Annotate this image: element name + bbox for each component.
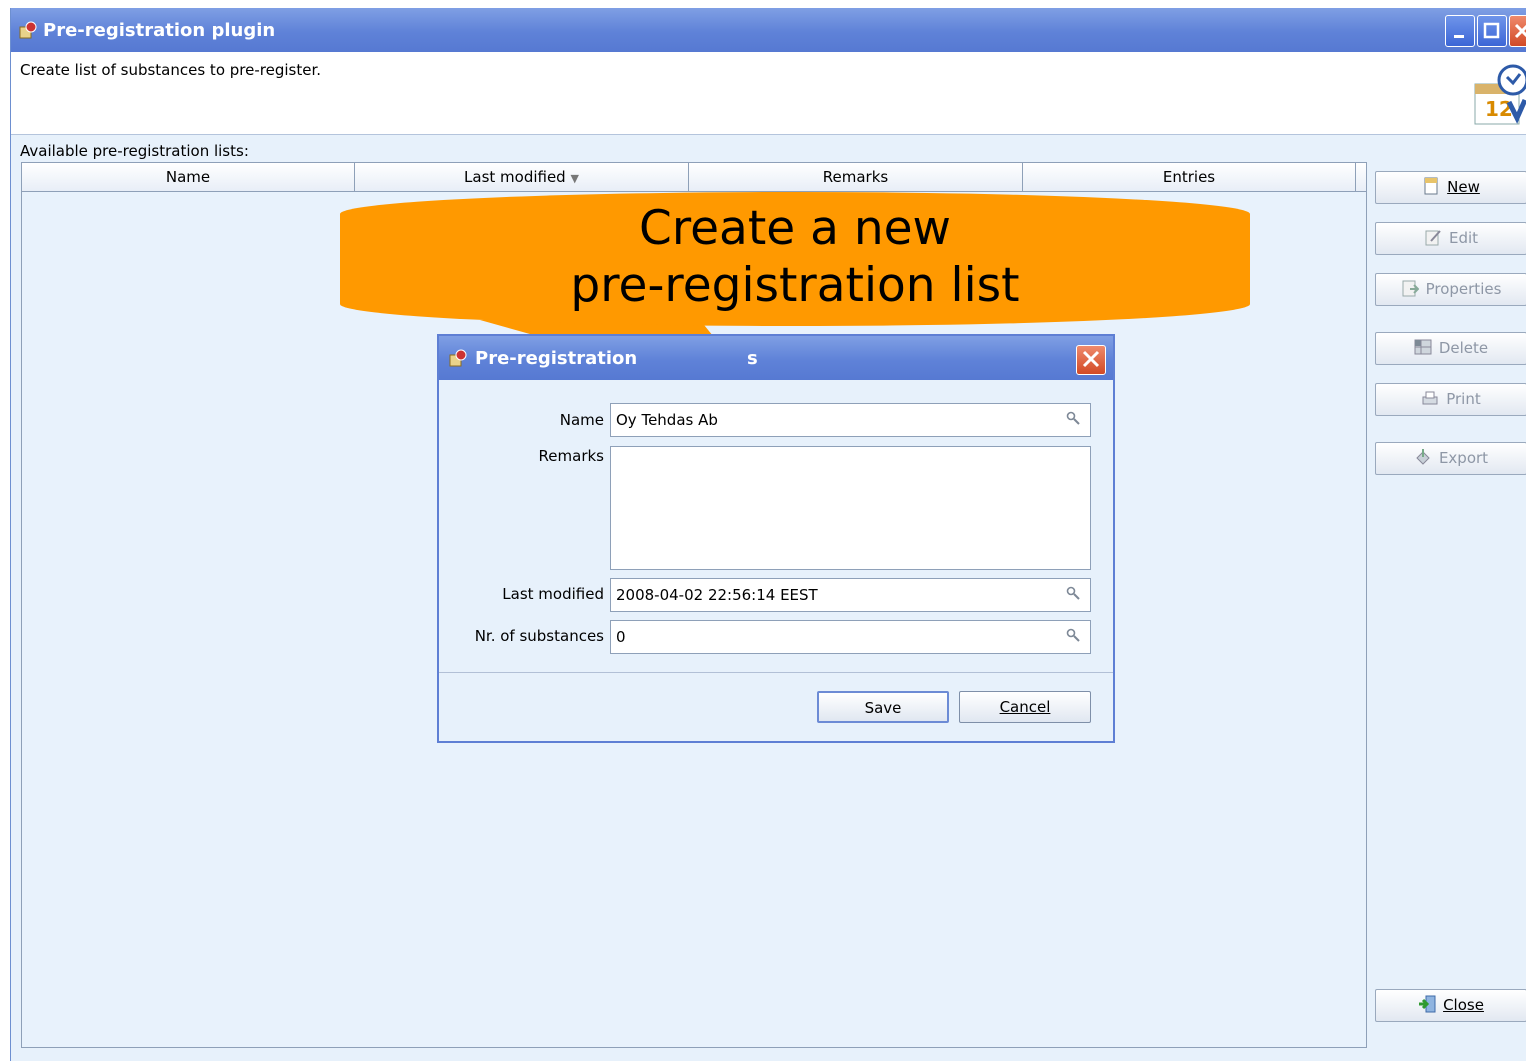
window-title: Pre-registration plugin bbox=[43, 20, 276, 41]
lookup-icon[interactable] bbox=[1066, 586, 1080, 600]
dialog-titlebar[interactable]: Pre-registration s bbox=[439, 336, 1113, 380]
lookup-icon[interactable] bbox=[1066, 411, 1080, 425]
column-header-name[interactable]: Name bbox=[22, 163, 355, 191]
svg-text:12: 12 bbox=[1485, 97, 1513, 121]
exit-door-icon bbox=[1419, 995, 1436, 1013]
delete-icon bbox=[1414, 339, 1432, 355]
name-label: Name bbox=[559, 411, 604, 429]
callout-bubble: Create a new pre-registration list bbox=[340, 192, 1250, 326]
remarks-textarea[interactable] bbox=[610, 446, 1091, 570]
callout-line-1: Create a new bbox=[639, 201, 951, 256]
plugin-icon bbox=[19, 21, 37, 39]
substances-label: Nr. of substances bbox=[474, 627, 604, 645]
edit-icon bbox=[1425, 230, 1441, 246]
column-header-entries[interactable]: Entries bbox=[1023, 163, 1356, 191]
delete-button[interactable]: Delete bbox=[1375, 332, 1526, 365]
substances-field[interactable]: 0 bbox=[610, 620, 1091, 654]
list-label: Available pre-registration lists: bbox=[20, 142, 249, 160]
sort-desc-icon: ▼ bbox=[570, 172, 579, 185]
close-icon bbox=[1082, 350, 1100, 368]
window-titlebar[interactable]: Pre-registration plugin bbox=[11, 8, 1526, 52]
lookup-icon[interactable] bbox=[1066, 628, 1080, 642]
edit-button[interactable]: Edit bbox=[1375, 222, 1526, 255]
maximize-icon bbox=[1483, 22, 1500, 39]
minimize-icon bbox=[1454, 35, 1464, 38]
new-button[interactable]: New bbox=[1375, 171, 1526, 204]
column-header-last-modified[interactable]: Last modified ▼ bbox=[355, 163, 689, 191]
column-header-remarks[interactable]: Remarks bbox=[689, 163, 1023, 191]
description-area: Create list of substances to pre-registe… bbox=[11, 52, 1526, 135]
export-button[interactable]: Export bbox=[1375, 442, 1526, 475]
close-plugin-button[interactable]: Close bbox=[1375, 989, 1526, 1022]
dialog-separator bbox=[439, 672, 1113, 673]
maximize-button[interactable] bbox=[1477, 15, 1507, 47]
name-field[interactable]: Oy Tehdas Ab bbox=[610, 403, 1091, 437]
window-close-button[interactable] bbox=[1509, 15, 1526, 47]
printer-icon bbox=[1422, 391, 1438, 405]
properties-icon bbox=[1402, 280, 1419, 297]
minimize-button[interactable] bbox=[1445, 15, 1475, 47]
dialog-plugin-icon bbox=[449, 349, 467, 367]
description-text: Create list of substances to pre-registe… bbox=[20, 61, 321, 79]
new-document-icon bbox=[1424, 177, 1438, 195]
close-icon bbox=[1514, 23, 1526, 39]
print-button[interactable]: Print bbox=[1375, 383, 1526, 416]
dialog-close-button[interactable] bbox=[1076, 345, 1106, 375]
properties-button[interactable]: Properties bbox=[1375, 273, 1526, 306]
callout-line-2: pre-registration list bbox=[570, 258, 1020, 313]
table-header: Name Last modified ▼ Remarks Entries bbox=[22, 163, 1366, 192]
dialog-title-suffix: s bbox=[747, 348, 758, 369]
last-modified-label: Last modified bbox=[502, 585, 604, 603]
remarks-label: Remarks bbox=[538, 447, 604, 465]
dialog-title: Pre-registration bbox=[475, 348, 638, 369]
cancel-button[interactable]: Cancel bbox=[959, 691, 1091, 723]
save-button[interactable]: Save bbox=[817, 691, 949, 723]
properties-dialog: Pre-registration s Name Oy Tehdas Ab Rem… bbox=[437, 334, 1115, 743]
calendar-clock-icon: 12 bbox=[1474, 64, 1526, 125]
export-icon bbox=[1416, 449, 1430, 465]
last-modified-field[interactable]: 2008-04-02 22:56:14 EEST bbox=[610, 578, 1091, 612]
